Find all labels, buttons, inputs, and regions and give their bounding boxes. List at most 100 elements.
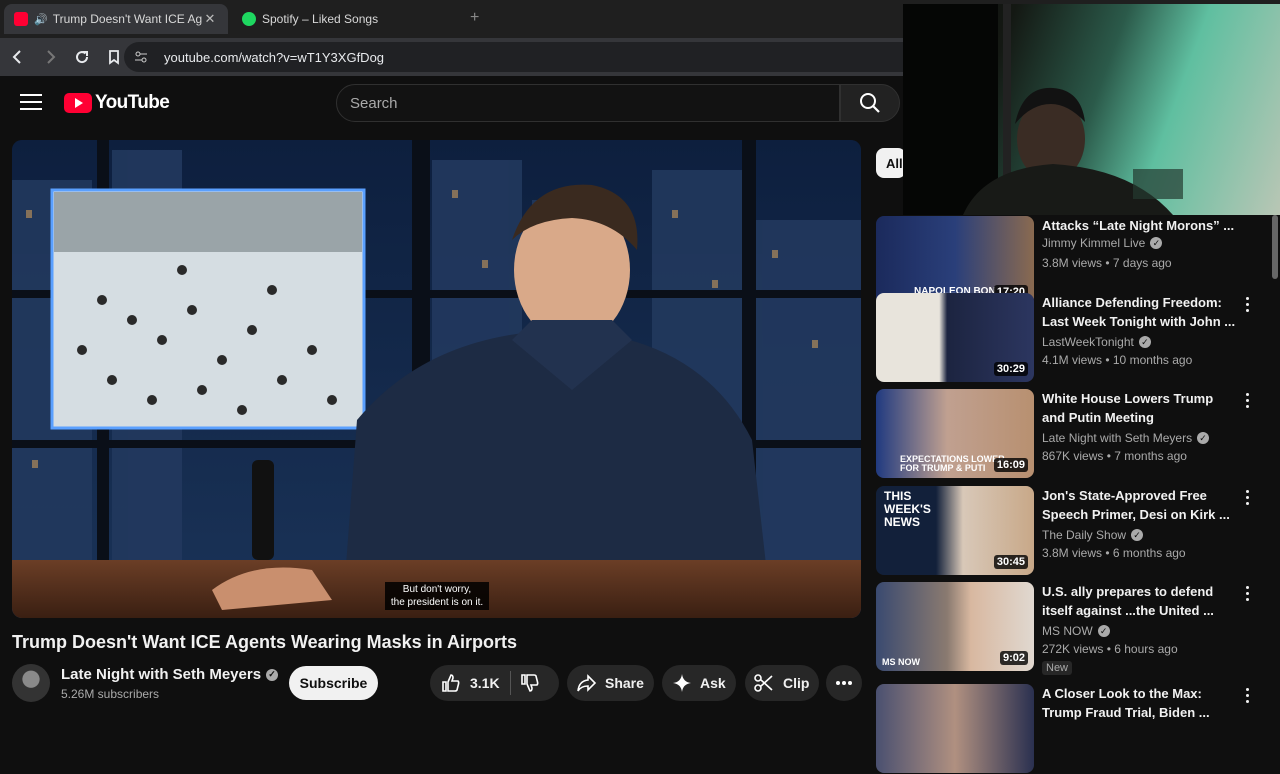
video-title: Trump Doesn't Want ICE Agents Wearing Ma…	[12, 632, 518, 652]
share-icon	[577, 674, 597, 692]
recommendation-channel-row: MS NOW ✓	[1042, 624, 1110, 638]
verified-icon: ✓	[266, 668, 279, 681]
menu-icon[interactable]	[20, 94, 42, 112]
more-options-icon[interactable]	[1242, 297, 1252, 315]
subscribe-button[interactable]: Subscribe	[289, 666, 378, 700]
site-info-icon[interactable]	[134, 50, 148, 64]
tab-spotify[interactable]: Spotify – Liked Songs	[232, 4, 460, 34]
search-placeholder: Search	[350, 94, 398, 112]
share-label: Share	[605, 675, 644, 691]
recommendation-meta: 3.8M views • 6 months ago	[1042, 546, 1186, 560]
video-duration: 30:29	[993, 362, 1028, 376]
sidebar-scrollbar[interactable]	[1272, 215, 1278, 279]
video-duration: 9:02	[999, 651, 1028, 665]
recommendation-meta: 4.1M views • 10 months ago	[1042, 353, 1193, 367]
recommendation-item[interactable]: MS NOW 9:02 U.S. ally prepares to defend…	[876, 582, 1276, 675]
tab-title: Spotify – Liked Songs	[262, 12, 379, 26]
video-caption: But don't worry, the president is on it.	[385, 582, 489, 610]
recommendation-item[interactable]: A Closer Look to the Max: Trump Fraud Tr…	[876, 684, 1276, 774]
ask-label: Ask	[700, 675, 726, 691]
forward-arrow-icon	[47, 50, 56, 64]
share-button[interactable]: Share	[567, 665, 654, 701]
caption-line: But don't worry,	[402, 584, 472, 595]
recommendation-item[interactable]: 30:29 Alliance Defending Freedom: Last W…	[876, 293, 1276, 383]
recommendation-channel[interactable]: The Daily Show	[1042, 528, 1126, 542]
verified-icon: ✓	[1138, 336, 1151, 348]
search-icon	[860, 93, 880, 113]
more-options-icon[interactable]	[1242, 586, 1252, 604]
recommendation-channel-row: The Daily Show ✓	[1042, 528, 1144, 542]
forward-button[interactable]	[36, 43, 64, 71]
recommendation-item[interactable]: EXPECTATIONS LOWER FOR TRUMP & PUTI 16:0…	[876, 389, 1276, 479]
video-thumbnail[interactable]: THIS WEEK'S NEWS 30:45	[876, 486, 1034, 575]
video-thumbnail[interactable]	[876, 684, 1034, 773]
video-duration: 30:45	[993, 555, 1028, 569]
back-arrow-icon	[12, 50, 21, 64]
subscriber-count: 5.26M subscribers	[61, 687, 160, 701]
video-thumbnail[interactable]: EXPECTATIONS LOWER FOR TRUMP & PUTI 16:0…	[876, 389, 1034, 478]
ask-button[interactable]: Ask	[662, 665, 736, 701]
dislike-button[interactable]	[519, 672, 541, 694]
chip-all[interactable]: All	[876, 148, 906, 178]
recommendation-channel[interactable]: Late Night with Seth Meyers	[1042, 431, 1192, 445]
new-tab-button[interactable]: +	[470, 9, 479, 27]
clip-label: Clip	[783, 675, 810, 691]
clip-button[interactable]: Clip	[745, 665, 819, 701]
back-button[interactable]	[4, 43, 32, 71]
url-text: youtube.com/watch?v=wT1Y3XGfDog	[164, 49, 385, 65]
youtube-favicon	[14, 12, 28, 26]
recommendation-title[interactable]: A Closer Look to the Max: Trump Fraud Tr…	[1042, 684, 1238, 722]
channel-name[interactable]: Late Night with Seth Meyers	[61, 666, 261, 683]
more-actions-button[interactable]	[826, 665, 862, 701]
recommendation-title[interactable]: White House Lowers Trump and Putin Meeti…	[1042, 389, 1238, 427]
youtube-play-logo-icon	[64, 93, 92, 113]
verified-icon: ✓	[1131, 529, 1144, 541]
address-bar[interactable]: youtube.com/watch?v=wT1Y3XGfDog	[124, 42, 924, 72]
recommendation-channel[interactable]: MS NOW	[1042, 624, 1093, 638]
recommendation-title[interactable]: U.S. ally prepares to defend itself agai…	[1042, 582, 1238, 620]
channel-name-row[interactable]: Late Night with Seth Meyers ✓	[61, 666, 279, 683]
video-thumbnail[interactable]: NAPOLEON BON 17:20	[876, 216, 1034, 305]
thumbnail-overlay-text: MS NOW	[882, 657, 920, 667]
bookmark-icon	[109, 50, 119, 65]
logo-text: YouTube	[95, 92, 170, 113]
channel-avatar[interactable]	[12, 664, 50, 702]
speaker-icon[interactable]: 🔊	[34, 13, 48, 26]
search-input[interactable]: Search	[336, 84, 840, 122]
video-frame	[12, 140, 861, 618]
verified-icon: ✓	[1150, 237, 1163, 249]
recommendation-channel[interactable]: Jimmy Kimmel Live	[1042, 236, 1145, 250]
youtube-logo[interactable]: YouTube	[64, 92, 170, 114]
microphone	[252, 460, 274, 560]
reload-button[interactable]	[68, 43, 96, 71]
recommendation-title[interactable]: Attacks “Late Night Morons” ...	[1042, 216, 1238, 235]
recommendation-meta: 867K views • 7 months ago	[1042, 449, 1187, 463]
webcam-overlay	[903, 4, 1280, 215]
recommendation-channel-row: Jimmy Kimmel Live ✓	[1042, 236, 1163, 250]
more-options-icon[interactable]	[1242, 490, 1252, 508]
caption-line: the president is on it.	[390, 597, 484, 608]
thumbs-down-icon	[520, 674, 539, 692]
sparkle-icon	[673, 674, 691, 692]
like-dislike-group: 3.1K	[430, 665, 559, 701]
more-options-icon[interactable]	[1242, 688, 1252, 706]
more-options-icon[interactable]	[1242, 393, 1252, 411]
thumbs-up-icon	[442, 674, 460, 692]
more-horizontal-icon	[836, 681, 852, 685]
video-player[interactable]	[12, 140, 861, 618]
recommendation-title[interactable]: Alliance Defending Freedom: Last Week To…	[1042, 293, 1238, 331]
webcam-feed	[903, 4, 1183, 215]
inset-airport-image	[50, 188, 366, 430]
close-tab-icon[interactable]: ✕	[202, 11, 218, 27]
recommendation-channel-row: Late Night with Seth Meyers ✓	[1042, 431, 1210, 445]
reload-icon	[76, 51, 89, 64]
thumbnail-overlay-text: THIS WEEK'S NEWS	[884, 489, 931, 529]
recommendation-title[interactable]: Jon's State-Approved Free Speech Primer,…	[1042, 486, 1238, 524]
video-thumbnail[interactable]: MS NOW 9:02	[876, 582, 1034, 671]
tab-youtube[interactable]: 🔊 Trump Doesn't Want ICE Agen ✕	[4, 4, 228, 34]
recommendation-item[interactable]: THIS WEEK'S NEWS 30:45 Jon's State-Appro…	[876, 486, 1276, 576]
like-button[interactable]: 3.1K	[430, 672, 500, 694]
search-button[interactable]	[840, 84, 900, 122]
recommendation-channel[interactable]: LastWeekTonight	[1042, 335, 1134, 349]
video-thumbnail[interactable]: 30:29	[876, 293, 1034, 382]
